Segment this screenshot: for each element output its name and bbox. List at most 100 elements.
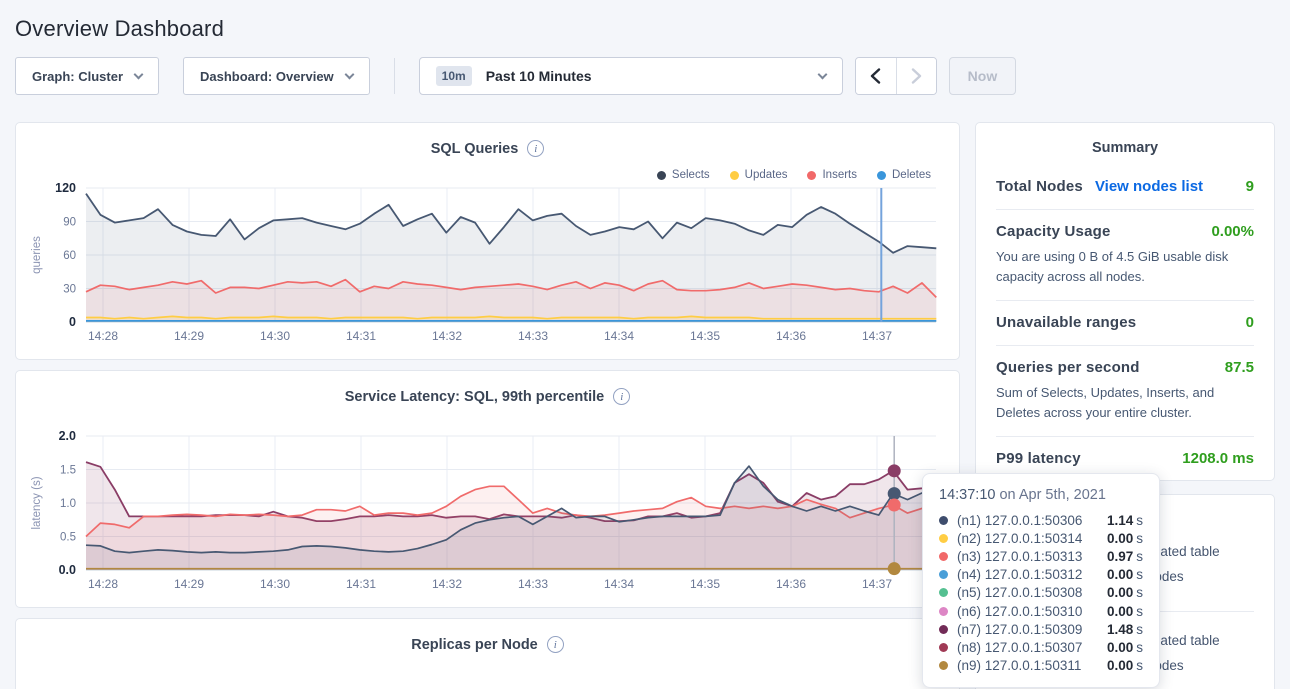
svg-text:90: 90: [63, 217, 76, 229]
summary-label: Capacity Usage: [996, 223, 1111, 240]
node-latency-unit: s: [1136, 549, 1143, 564]
toolbar-divider: [394, 58, 395, 94]
node-latency-unit: s: [1136, 585, 1143, 600]
summary-value: 1208.0 ms: [1182, 450, 1254, 467]
time-range-badge: 10m: [436, 66, 472, 86]
svg-text:latency (s): latency (s): [31, 476, 43, 529]
info-icon[interactable]: i: [527, 140, 544, 157]
node-latency-unit: s: [1136, 531, 1143, 546]
legend-dot-icon: [877, 171, 886, 180]
replicas-per-node-title: Replicas per Node: [411, 637, 538, 653]
svg-text:14:33: 14:33: [518, 329, 548, 343]
summary-row: Unavailable ranges0: [996, 301, 1254, 346]
node-color-dot-icon: [939, 643, 948, 652]
node-color-dot-icon: [939, 516, 948, 525]
chevron-left-icon: [870, 68, 881, 84]
prev-time-button[interactable]: [856, 58, 896, 94]
svg-text:14:34: 14:34: [604, 329, 634, 343]
tooltip-node-row: (n4) 127.0.0.1:503120.00s: [939, 566, 1143, 584]
svg-text:0.0: 0.0: [59, 563, 76, 577]
tooltip-date: on Apr 5th, 2021: [999, 487, 1105, 503]
tooltip-node-row: (n5) 127.0.0.1:503080.00s: [939, 584, 1143, 602]
tooltip-node-row: (n6) 127.0.0.1:503100.00s: [939, 602, 1143, 620]
svg-text:14:28: 14:28: [88, 577, 118, 591]
dashboard-dropdown[interactable]: Dashboard: Overview: [183, 57, 370, 95]
tooltip-node-row: (n2) 127.0.0.1:503140.00s: [939, 529, 1143, 547]
node-address: (n8) 127.0.0.1:50307: [957, 640, 1107, 655]
summary-value: 0: [1246, 314, 1254, 331]
service-latency-chart[interactable]: 14:2814:2914:3014:3114:3214:3314:3414:35…: [26, 428, 946, 600]
svg-text:14:31: 14:31: [346, 329, 376, 343]
node-latency-value: 0.00: [1107, 658, 1133, 673]
node-latency-value: 1.14: [1107, 513, 1133, 528]
svg-text:14:32: 14:32: [432, 577, 462, 591]
dashboard-dropdown-label: Dashboard: Overview: [200, 69, 334, 84]
node-latency-unit: s: [1136, 567, 1143, 582]
svg-text:0.5: 0.5: [60, 532, 76, 544]
node-color-dot-icon: [939, 607, 948, 616]
node-color-dot-icon: [939, 625, 948, 634]
node-latency-value: 1.48: [1107, 622, 1133, 637]
svg-text:14:33: 14:33: [518, 577, 548, 591]
time-range-picker[interactable]: 10m Past 10 Minutes: [419, 57, 843, 95]
graph-dropdown-label: Graph: Cluster: [32, 69, 123, 84]
tooltip-node-row: (n8) 127.0.0.1:503070.00s: [939, 638, 1143, 656]
legend-dot-icon: [657, 171, 666, 180]
time-nav-group: [855, 57, 937, 95]
info-icon[interactable]: i: [547, 636, 564, 653]
summary-rows: Total NodesView nodes list9Capacity Usag…: [996, 165, 1254, 481]
node-latency-value: 0.00: [1107, 585, 1133, 600]
graph-dropdown[interactable]: Graph: Cluster: [15, 57, 159, 95]
summary-desc: You are using 0 B of 4.5 GiB usable disk…: [996, 247, 1254, 286]
legend-dot-icon: [730, 171, 739, 180]
summary-value: 9: [1246, 178, 1254, 195]
toolbar: Graph: Cluster Dashboard: Overview 10m P…: [15, 57, 1275, 95]
svg-text:14:37: 14:37: [862, 329, 892, 343]
svg-text:14:30: 14:30: [260, 577, 290, 591]
tooltip-node-row: (n7) 127.0.0.1:503091.48s: [939, 620, 1143, 638]
chevron-right-icon: [911, 68, 922, 84]
info-icon[interactable]: i: [613, 388, 630, 405]
tooltip-node-row: (n1) 127.0.0.1:503061.14s: [939, 511, 1143, 529]
svg-text:queries: queries: [31, 236, 43, 274]
svg-text:14:32: 14:32: [432, 329, 462, 343]
node-latency-value: 0.00: [1107, 604, 1133, 619]
summary-label: Queries per second: [996, 359, 1140, 376]
svg-text:14:34: 14:34: [604, 577, 634, 591]
svg-text:0: 0: [69, 315, 76, 329]
node-latency-value: 0.00: [1107, 640, 1133, 655]
summary-row: Total NodesView nodes list9: [996, 165, 1254, 210]
charts-column: SQL Queries i SelectsUpdatesInsertsDelet…: [15, 122, 960, 689]
view-nodes-link[interactable]: View nodes list: [1095, 178, 1203, 195]
node-address: (n6) 127.0.0.1:50310: [957, 604, 1107, 619]
tooltip-timestamp: 14:37:10 on Apr 5th, 2021: [939, 487, 1143, 503]
summary-row: Capacity Usage0.00%You are using 0 B of …: [996, 210, 1254, 301]
node-color-dot-icon: [939, 661, 948, 670]
sql-queries-chart[interactable]: 14:2814:2914:3014:3114:3214:3314:3414:35…: [26, 180, 946, 352]
node-latency-unit: s: [1136, 640, 1143, 655]
chevron-down-icon: [817, 69, 827, 79]
svg-text:14:31: 14:31: [346, 577, 376, 591]
time-range-label: Past 10 Minutes: [486, 68, 592, 84]
node-address: (n3) 127.0.0.1:50313: [957, 549, 1107, 564]
node-color-dot-icon: [939, 552, 948, 561]
node-address: (n1) 127.0.0.1:50306: [957, 513, 1107, 528]
svg-text:1.5: 1.5: [60, 465, 76, 477]
svg-text:60: 60: [63, 250, 76, 262]
node-address: (n7) 127.0.0.1:50309: [957, 622, 1107, 637]
node-latency-unit: s: [1136, 622, 1143, 637]
svg-text:14:28: 14:28: [88, 329, 118, 343]
sql-queries-title: SQL Queries: [431, 141, 519, 157]
svg-text:14:37: 14:37: [862, 577, 892, 591]
page-title: Overview Dashboard: [15, 16, 1290, 42]
next-time-button[interactable]: [896, 58, 936, 94]
tooltip-rows: (n1) 127.0.0.1:503061.14s(n2) 127.0.0.1:…: [939, 511, 1143, 675]
now-button[interactable]: Now: [949, 57, 1017, 95]
legend-dot-icon: [807, 171, 816, 180]
summary-desc: Sum of Selects, Updates, Inserts, and De…: [996, 383, 1254, 422]
summary-heading: Summary: [996, 140, 1254, 156]
svg-text:14:36: 14:36: [776, 577, 806, 591]
latency-hover-tooltip: 14:37:10 on Apr 5th, 2021 (n1) 127.0.0.1…: [922, 473, 1160, 688]
node-latency-value: 0.97: [1107, 549, 1133, 564]
chevron-down-icon: [344, 69, 354, 79]
